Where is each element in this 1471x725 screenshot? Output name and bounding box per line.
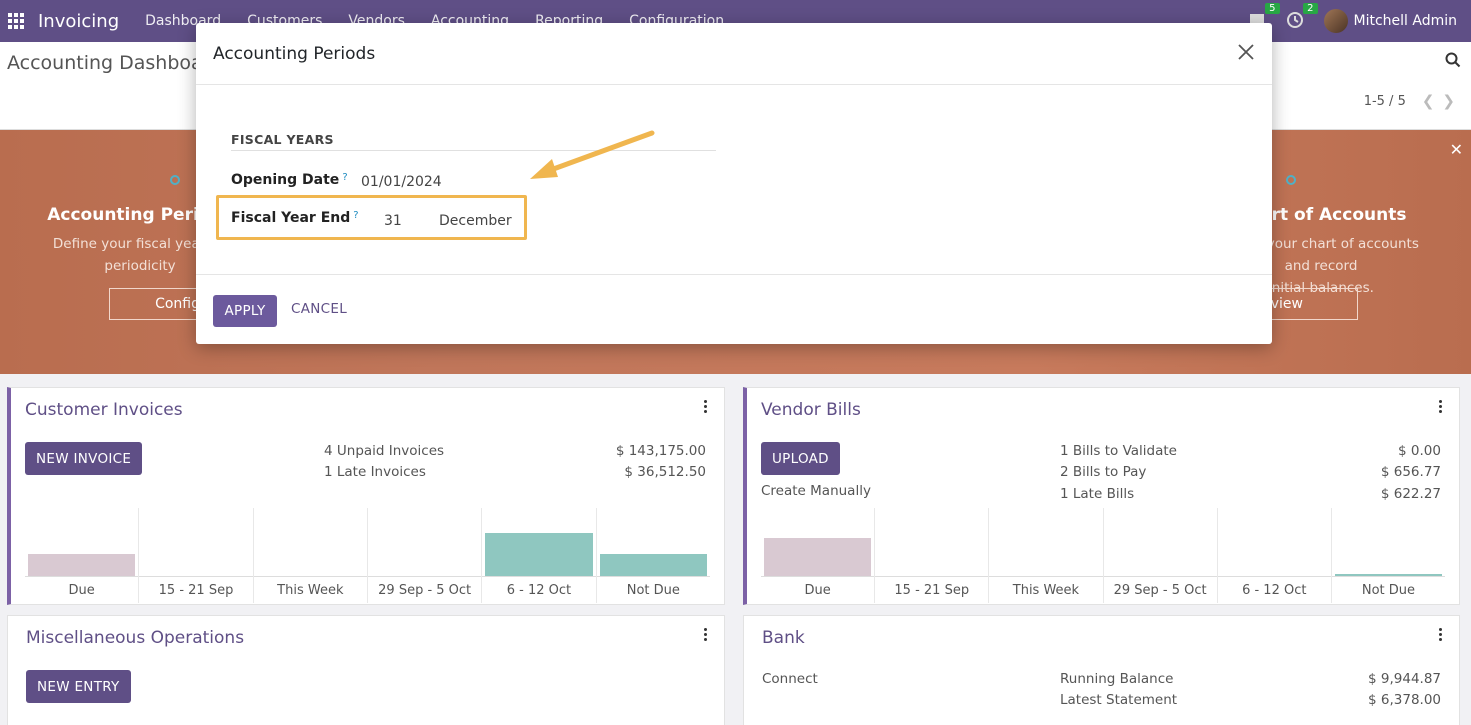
stat-value: $ 9,944.87 [1368,671,1441,687]
stat-value: $ 143,175.00 [615,443,706,459]
modal-title: Accounting Periods [213,44,376,64]
fiscal-year-end-day-field[interactable]: 31 [384,213,402,229]
close-icon[interactable]: ✕ [1450,140,1463,159]
graph-label: 6 - 12 Oct [506,583,572,598]
annotation-arrow-icon [530,130,655,179]
search-icon[interactable] [1445,52,1461,68]
graph-bar[interactable] [764,538,872,576]
graph-label: Not Due [1361,583,1416,598]
new-invoice-button[interactable]: NEW INVOICE [25,442,143,475]
card-title[interactable]: Vendor Bills [761,400,861,420]
stat-label[interactable]: 1 Late Invoices [324,464,426,480]
graph-label: 29 Sep - 5 Oct [1113,583,1207,598]
customer-invoices-card: Customer Invoices NEW INVOICE 4 Unpaid I… [7,387,725,605]
step-dot-right [1286,175,1296,185]
opening-date-label: Opening Date? [231,172,348,188]
graph-bar[interactable] [485,533,593,576]
stat-label[interactable]: 1 Late Bills [1060,486,1134,502]
graph-label: Not Due [626,583,680,598]
stat-value: $ 6,378.00 [1368,692,1441,708]
connect-link[interactable]: Connect [762,671,818,687]
graph-label: 29 Sep - 5 Oct [378,583,472,598]
app-brand[interactable]: Invoicing [38,11,119,32]
stat-label[interactable]: 4 Unpaid Invoices [324,443,444,459]
card-title[interactable]: Customer Invoices [25,400,183,420]
step-dot-left [170,175,180,185]
aging-graph: Due 15 - 21 Sep This Week 29 Sep - 5 Oct… [761,508,1446,603]
card-title[interactable]: Miscellaneous Operations [26,628,244,648]
fiscal-year-end-month-select[interactable]: December [439,213,512,229]
kebab-menu-icon[interactable] [704,628,708,641]
graph-bar[interactable] [599,554,707,576]
graph-label: This Week [1012,583,1080,598]
new-entry-button[interactable]: NEW ENTRY [26,670,131,703]
messages-badge: 5 [1265,3,1280,14]
stat-value: $ 36,512.50 [624,464,706,480]
upload-button[interactable]: UPLOAD [761,442,840,475]
apply-button[interactable]: APPLY [213,295,277,327]
pager-next-icon[interactable]: ❯ [1442,92,1455,110]
bank-card: Bank Connect Running Balance $ 9,944.87 … [743,615,1460,725]
help-icon[interactable]: ? [353,210,358,221]
graph-label: Due [68,583,95,598]
activities-button[interactable]: 2 [1286,3,1318,31]
graph-label: Due [804,583,831,598]
fiscal-year-end-label: Fiscal Year End? [231,210,359,226]
graph-label: 6 - 12 Oct [1242,583,1307,598]
modal-header: Accounting Periods [196,23,1272,85]
graph-bar[interactable] [28,554,136,576]
stat-value: $ 0.00 [1398,443,1441,459]
kebab-menu-icon[interactable] [704,400,708,413]
user-name: Mitchell Admin [1353,13,1458,29]
stat-label[interactable]: Running Balance [1060,671,1173,687]
opening-date-field[interactable]: 01/01/2024 [361,174,442,190]
stat-label[interactable]: 1 Bills to Validate [1060,443,1177,459]
page-title: Accounting Dashboard [7,52,223,74]
graph-label: 15 - 21 Sep [158,583,234,598]
pager-prev-icon[interactable]: ❮ [1422,92,1435,110]
stat-value: $ 656.77 [1380,464,1441,480]
stat-label[interactable]: 2 Bills to Pay [1060,464,1146,480]
user-menu[interactable]: Mitchell Admin [1323,9,1458,33]
vendor-bills-card: Vendor Bills UPLOAD Create Manually 1 Bi… [743,387,1460,605]
stat-value: $ 622.27 [1380,486,1441,502]
accounting-periods-dialog: Accounting Periods FISCAL YEARS Opening … [196,23,1272,344]
card-title[interactable]: Bank [762,628,805,648]
modal-footer: APPLY CANCEL [196,274,1272,344]
kebab-menu-icon[interactable] [1439,400,1443,413]
kebab-menu-icon[interactable] [1439,628,1443,641]
create-manually-link[interactable]: Create Manually [761,483,871,499]
help-icon[interactable]: ? [342,172,347,183]
apps-menu-icon[interactable] [8,13,24,29]
stat-label[interactable]: Latest Statement [1060,692,1177,708]
close-icon[interactable] [1236,42,1256,62]
pager: 1-5 / 5 ❮ ❯ [1364,92,1455,110]
activities-badge: 2 [1303,3,1318,14]
graph-label: This Week [277,583,344,598]
pager-value[interactable]: 1-5 / 5 [1364,94,1406,109]
cancel-button[interactable]: CANCEL [291,301,347,317]
clock-icon [1286,12,1303,28]
aging-graph: Due 15 - 21 Sep This Week 29 Sep - 5 Oct… [25,508,710,603]
graph-label: 15 - 21 Sep [894,583,970,598]
avatar [1323,9,1348,33]
section-title: FISCAL YEARS [231,132,334,147]
misc-operations-card: Miscellaneous Operations NEW ENTRY [7,615,725,725]
